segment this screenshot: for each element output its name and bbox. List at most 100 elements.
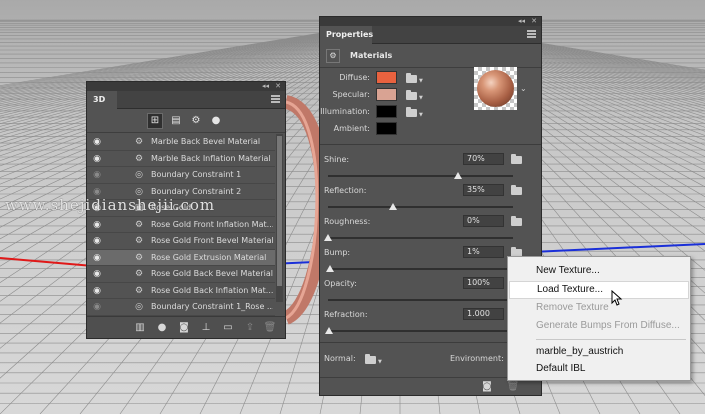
menu-item-marble[interactable]: marble_by_austrich bbox=[509, 343, 689, 361]
tab-properties[interactable]: Properties bbox=[320, 26, 373, 44]
shine-slider-thumb[interactable] bbox=[453, 172, 462, 179]
visibility-eye-icon[interactable]: ◉ bbox=[92, 187, 102, 196]
layer-name: Marble Back Inflation Material bbox=[151, 153, 271, 163]
material-preview[interactable] bbox=[474, 67, 517, 110]
visibility-eye-icon[interactable]: ◉ bbox=[92, 237, 102, 246]
layer-row[interactable]: ◉ ⚙ Rose Gold Back Bevel Material bbox=[87, 266, 275, 283]
ambient-swatch[interactable] bbox=[376, 122, 397, 135]
layer-name: Rose Gold Back Bevel Material bbox=[151, 269, 273, 278]
visibility-eye-icon[interactable]: ◉ bbox=[92, 138, 102, 147]
specular-folder-icon[interactable] bbox=[406, 90, 417, 100]
layer-row[interactable]: ◉ ⚙ Marble Back Bevel Material bbox=[87, 134, 275, 151]
illumination-label: Illumination: bbox=[320, 107, 370, 116]
add-light-icon[interactable]: ● bbox=[155, 321, 169, 335]
material-filter-icon[interactable]: ⚙ bbox=[188, 113, 204, 129]
reflection-slider[interactable] bbox=[328, 206, 513, 208]
panel-properties-tabrow: Properties bbox=[320, 26, 541, 44]
layer-row[interactable]: ◉ ◎ Boundary Constraint 1 bbox=[87, 167, 275, 184]
layer-name: Marble Back Bevel Material bbox=[151, 137, 261, 146]
section-title: Materials bbox=[350, 51, 393, 60]
panel-menu-icon[interactable] bbox=[527, 30, 536, 38]
layer-row[interactable]: ◉ ⚙ Rose Gold Front Bevel Material bbox=[87, 233, 275, 250]
layer-scrollbar[interactable] bbox=[276, 134, 283, 302]
light-filter-icon[interactable]: ● bbox=[208, 113, 224, 129]
shine-label: Shine: bbox=[324, 155, 350, 164]
roughness-input[interactable]: 0% bbox=[463, 215, 504, 227]
drop-to-ground-icon[interactable]: ⊥ bbox=[199, 321, 213, 335]
trash-icon[interactable]: 🗑 bbox=[263, 321, 277, 335]
reflection-input[interactable]: 35% bbox=[463, 184, 504, 196]
layer-row[interactable]: ◉ ◎ Boundary Constraint 1_Rose ... bbox=[87, 299, 275, 316]
shine-slider[interactable] bbox=[328, 175, 513, 177]
roughness-slider[interactable] bbox=[328, 237, 513, 239]
visibility-eye-icon[interactable]: ◉ bbox=[92, 154, 102, 163]
render-icon[interactable]: ◙ bbox=[177, 321, 191, 335]
close-icon[interactable]: ✕ bbox=[275, 82, 281, 91]
chevron-down-icon[interactable]: ⌄ bbox=[520, 84, 527, 93]
scene-filter-icon[interactable]: ⊞ bbox=[147, 113, 163, 129]
visibility-eye-icon[interactable]: ◉ bbox=[92, 220, 102, 229]
ambient-label: Ambient: bbox=[333, 124, 370, 133]
opacity-input[interactable]: 100% bbox=[463, 277, 504, 289]
panel-menu-icon[interactable] bbox=[271, 95, 280, 103]
trash-icon[interactable]: 🗑 bbox=[506, 380, 520, 394]
reflection-slider-thumb[interactable] bbox=[388, 203, 397, 210]
menu-item-generate-bumps: Generate Bumps From Diffuse... bbox=[536, 320, 680, 331]
filter-mesh-icon[interactable]: ▥ bbox=[133, 321, 147, 335]
watermark: www.shejidianshejii.com bbox=[5, 196, 216, 214]
panel-3d-tabrow: 3D bbox=[87, 91, 285, 109]
reflection-label: Reflection: bbox=[324, 186, 367, 195]
opacity-slider[interactable] bbox=[328, 299, 513, 301]
new-mesh-icon[interactable]: ▭ bbox=[221, 321, 235, 335]
constraint-icon: ◎ bbox=[135, 170, 143, 180]
diffuse-folder-icon[interactable] bbox=[406, 73, 417, 83]
visibility-eye-icon[interactable]: ◉ bbox=[92, 253, 102, 262]
specular-swatch[interactable] bbox=[376, 88, 397, 101]
visibility-eye-icon[interactable]: ◉ bbox=[92, 303, 102, 312]
tab-3d[interactable]: 3D bbox=[87, 91, 117, 109]
layer-row[interactable]: ◉ ⚙ Rose Gold Front Inflation Mat... bbox=[87, 217, 275, 233]
menu-item-default-ibl[interactable]: Default IBL bbox=[509, 360, 689, 378]
illumination-swatch[interactable] bbox=[376, 105, 397, 118]
layer-row[interactable]: ◉ ⚙ Rose Gold Back Inflation Mat... bbox=[87, 283, 275, 299]
illumination-folder-icon[interactable] bbox=[406, 107, 417, 117]
layer-row[interactable]: ◉ ⚙ Rose Gold Extrusion Material bbox=[87, 249, 275, 266]
render-icon[interactable]: ◙ bbox=[480, 380, 494, 394]
shine-folder-icon[interactable] bbox=[511, 154, 522, 164]
bump-slider[interactable] bbox=[328, 268, 513, 270]
shine-input[interactable]: 70% bbox=[463, 153, 504, 165]
menu-item-new-texture[interactable]: New Texture... bbox=[509, 262, 689, 280]
close-icon[interactable]: ✕ bbox=[531, 17, 537, 26]
diffuse-label: Diffuse: bbox=[339, 73, 370, 82]
collapse-arrows-icon[interactable]: ◂◂ bbox=[262, 82, 269, 91]
refraction-label: Refraction: bbox=[324, 310, 368, 319]
bump-slider-thumb[interactable] bbox=[325, 265, 334, 272]
menu-item-load-texture[interactable]: Load Texture... bbox=[509, 281, 689, 299]
refraction-slider-thumb[interactable] bbox=[325, 327, 333, 334]
visibility-eye-icon[interactable]: ◉ bbox=[92, 171, 102, 180]
dropdown-arrow-icon[interactable]: ▼ bbox=[378, 359, 382, 365]
dropdown-arrow-icon[interactable]: ▼ bbox=[419, 112, 423, 118]
reflection-folder-icon[interactable] bbox=[511, 185, 522, 195]
dropdown-arrow-icon[interactable]: ▼ bbox=[419, 78, 423, 84]
mesh-filter-icon[interactable]: ▤ bbox=[168, 113, 184, 129]
roughness-slider-thumb[interactable] bbox=[324, 234, 332, 241]
visibility-eye-icon[interactable]: ◉ bbox=[92, 286, 102, 295]
diffuse-swatch[interactable] bbox=[376, 71, 397, 84]
refraction-slider[interactable] bbox=[328, 330, 513, 332]
constraint-icon: ◎ bbox=[135, 302, 143, 312]
dropdown-arrow-icon[interactable]: ▼ bbox=[419, 95, 423, 101]
refraction-input[interactable]: 1.000 bbox=[463, 308, 504, 320]
collapse-arrows-icon[interactable]: ◂◂ bbox=[518, 17, 525, 26]
opacity-label: Opacity: bbox=[324, 279, 357, 288]
layer-name: Boundary Constraint 1 bbox=[151, 170, 242, 179]
normal-folder-icon[interactable] bbox=[365, 354, 376, 364]
scrollbar-thumb[interactable] bbox=[277, 136, 282, 286]
roughness-folder-icon[interactable] bbox=[511, 216, 522, 226]
visibility-eye-icon[interactable]: ◉ bbox=[92, 270, 102, 279]
panel-properties-topbar: ◂◂ ✕ bbox=[320, 17, 541, 26]
material-icon: ⚙ bbox=[134, 252, 144, 263]
layer-row[interactable]: ◉ ⚙ Marble Back Inflation Material bbox=[87, 151, 275, 167]
bump-input[interactable]: 1% bbox=[463, 246, 504, 258]
move-icon[interactable]: ⇪ bbox=[243, 321, 257, 335]
